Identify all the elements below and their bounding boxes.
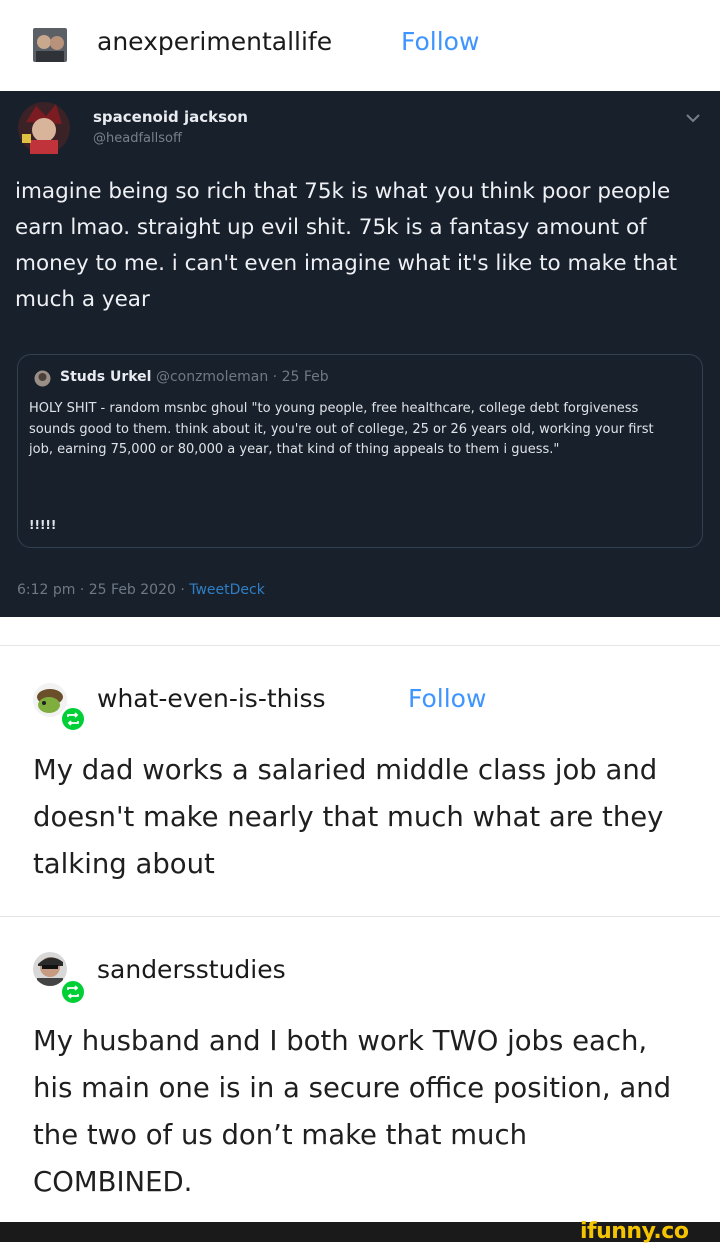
tweet-text: imagine being so rich that 75k is what y…	[15, 179, 678, 312]
quoted-exclaim: !!!!!	[29, 518, 57, 532]
tweet-author-handle: @headfallsoff	[93, 131, 182, 146]
quoted-author-avatar	[34, 370, 51, 387]
divider	[0, 916, 720, 917]
reblog-icon	[60, 979, 86, 1005]
tweet-source: TweetDeck	[189, 582, 265, 598]
tweet-timestamp: 6:12 pm · 25 Feb 2020 · TweetDeck	[17, 582, 265, 598]
post-avatar[interactable]	[33, 28, 67, 62]
reblog-icon	[60, 706, 86, 732]
tweet-author-name: spacenoid jackson	[93, 108, 248, 126]
quoted-meta: @conzmoleman · 25 Feb	[155, 369, 329, 385]
reblog2-username[interactable]: sandersstudies	[97, 955, 286, 984]
tweet-author-avatar	[16, 100, 72, 156]
reblog1-follow-button[interactable]: Follow	[408, 684, 486, 713]
chevron-down-icon	[684, 109, 702, 123]
watermark-logo: ifunny.co	[580, 1219, 689, 1244]
reblog1-username[interactable]: what-even-is-thiss	[97, 684, 326, 713]
reblog2-text: My husband and I both work TWO jobs each…	[33, 1025, 672, 1198]
quoted-text: HOLY SHIT - random msnbc ghoul "to young…	[29, 401, 654, 457]
post-username[interactable]: anexperimentallife	[97, 27, 332, 56]
quoted-author-name: Studs Urkel	[60, 369, 152, 385]
quoted-header: Studs Urkel @conzmoleman · 25 Feb	[60, 369, 329, 385]
reblog1-text: My dad works a salaried middle class job…	[33, 754, 664, 880]
tweet-time-text: 6:12 pm · 25 Feb 2020 ·	[17, 582, 190, 598]
follow-button[interactable]: Follow	[401, 27, 479, 56]
divider	[0, 645, 720, 646]
